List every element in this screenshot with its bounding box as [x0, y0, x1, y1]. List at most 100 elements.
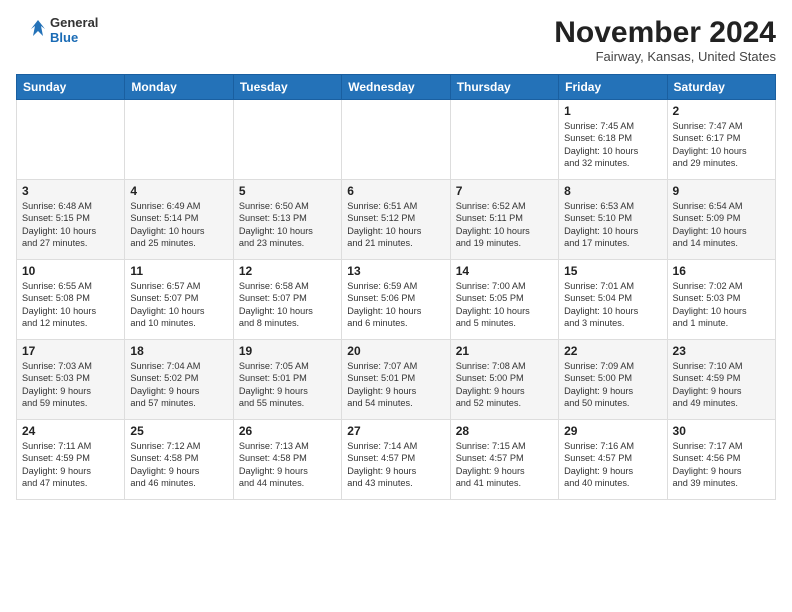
day-info: Sunrise: 6:54 AMSunset: 5:09 PMDaylight:… [673, 201, 747, 248]
col-friday: Friday [559, 75, 667, 100]
day-info: Sunrise: 7:01 AMSunset: 5:04 PMDaylight:… [564, 281, 638, 328]
day-info: Sunrise: 7:02 AMSunset: 5:03 PMDaylight:… [673, 281, 747, 328]
calendar-cell [17, 100, 125, 180]
calendar-cell: 1 Sunrise: 7:45 AMSunset: 6:18 PMDaylight… [559, 100, 667, 180]
day-info: Sunrise: 6:49 AMSunset: 5:14 PMDaylight:… [130, 201, 204, 248]
calendar-cell: 3 Sunrise: 6:48 AMSunset: 5:15 PMDaylight… [17, 180, 125, 260]
calendar-cell: 17 Sunrise: 7:03 AMSunset: 5:03 PMDayligh… [17, 340, 125, 420]
header: General Blue November 2024 Fairway, Kans… [16, 16, 776, 64]
calendar-cell: 20 Sunrise: 7:07 AMSunset: 5:01 PMDayligh… [342, 340, 450, 420]
calendar-cell: 16 Sunrise: 7:02 AMSunset: 5:03 PMDayligh… [667, 260, 775, 340]
calendar-cell: 4 Sunrise: 6:49 AMSunset: 5:14 PMDaylight… [125, 180, 233, 260]
calendar-cell: 11Sunrise: 6:57 AMSunset: 5:07 PMDayligh… [125, 260, 233, 340]
calendar-cell: 5 Sunrise: 6:50 AMSunset: 5:13 PMDaylight… [233, 180, 341, 260]
calendar-cell: 22Sunrise: 7:09 AMSunset: 5:00 PMDayligh… [559, 340, 667, 420]
day-number: 19 [239, 344, 336, 358]
calendar-cell: 23Sunrise: 7:10 AMSunset: 4:59 PMDayligh… [667, 340, 775, 420]
calendar-cell: 25 Sunrise: 7:12 AMSunset: 4:58 PMDayligh… [125, 420, 233, 500]
calendar-cell: 10 Sunrise: 6:55 AMSunset: 5:08 PMDayligh… [17, 260, 125, 340]
logo: General Blue [16, 16, 98, 46]
col-wednesday: Wednesday [342, 75, 450, 100]
calendar-table: Sunday Monday Tuesday Wednesday Thursday… [16, 74, 776, 500]
day-info: Sunrise: 7:11 AMSunset: 4:59 PMDaylight:… [22, 441, 91, 488]
day-number: 12 [239, 264, 336, 278]
day-info: Sunrise: 7:05 AMSunset: 5:01 PMDaylight:… [239, 361, 309, 408]
calendar-cell [233, 100, 341, 180]
day-number: 3 [22, 184, 119, 198]
day-info: Sunrise: 7:47 AMSunset: 6:17 PMDaylight:… [673, 121, 747, 168]
day-number: 17 [22, 344, 119, 358]
day-number: 26 [239, 424, 336, 438]
calendar-cell: 18 Sunrise: 7:04 AMSunset: 5:02 PMDayligh… [125, 340, 233, 420]
col-thursday: Thursday [450, 75, 558, 100]
calendar-cell: 29 Sunrise: 7:16 AMSunset: 4:57 PMDayligh… [559, 420, 667, 500]
day-number: 23 [673, 344, 770, 358]
day-number: 18 [130, 344, 227, 358]
day-number: 13 [347, 264, 444, 278]
calendar-cell: 26Sunrise: 7:13 AMSunset: 4:58 PMDayligh… [233, 420, 341, 500]
day-number: 25 [130, 424, 227, 438]
day-info: Sunrise: 7:07 AMSunset: 5:01 PMDaylight:… [347, 361, 417, 408]
day-number: 24 [22, 424, 119, 438]
logo-general: General [50, 16, 98, 31]
day-info: Sunrise: 6:59 AMSunset: 5:06 PMDaylight:… [347, 281, 421, 328]
day-number: 9 [673, 184, 770, 198]
day-info: Sunrise: 7:08 AMSunset: 5:00 PMDaylight:… [456, 361, 526, 408]
day-info: Sunrise: 7:04 AMSunset: 5:02 PMDaylight:… [130, 361, 200, 408]
day-info: Sunrise: 6:55 AMSunset: 5:08 PMDaylight:… [22, 281, 96, 328]
title-block: November 2024 Fairway, Kansas, United St… [554, 16, 776, 64]
day-number: 2 [673, 104, 770, 118]
day-info: Sunrise: 6:53 AMSunset: 5:10 PMDaylight:… [564, 201, 638, 248]
day-number: 28 [456, 424, 553, 438]
day-number: 30 [673, 424, 770, 438]
calendar-cell: 2 Sunrise: 7:47 AMSunset: 6:17 PMDaylight… [667, 100, 775, 180]
day-number: 10 [22, 264, 119, 278]
day-info: Sunrise: 6:58 AMSunset: 5:07 PMDaylight:… [239, 281, 313, 328]
calendar-cell: 27Sunrise: 7:14 AMSunset: 4:57 PMDayligh… [342, 420, 450, 500]
day-number: 20 [347, 344, 444, 358]
day-number: 6 [347, 184, 444, 198]
day-info: Sunrise: 7:16 AMSunset: 4:57 PMDaylight:… [564, 441, 634, 488]
col-saturday: Saturday [667, 75, 775, 100]
calendar-cell: 19 Sunrise: 7:05 AMSunset: 5:01 PMDayligh… [233, 340, 341, 420]
calendar-cell: 7 Sunrise: 6:52 AMSunset: 5:11 PMDaylight… [450, 180, 558, 260]
calendar-cell: 9 Sunrise: 6:54 AMSunset: 5:09 PMDaylight… [667, 180, 775, 260]
day-number: 21 [456, 344, 553, 358]
calendar-cell: 13 Sunrise: 6:59 AMSunset: 5:06 PMDayligh… [342, 260, 450, 340]
month-title: November 2024 [554, 16, 776, 49]
location: Fairway, Kansas, United States [554, 49, 776, 64]
day-number: 4 [130, 184, 227, 198]
day-info: Sunrise: 7:17 AMSunset: 4:56 PMDaylight:… [673, 441, 743, 488]
calendar-cell: 6 Sunrise: 6:51 AMSunset: 5:12 PMDaylight… [342, 180, 450, 260]
day-number: 29 [564, 424, 661, 438]
day-info: Sunrise: 6:48 AMSunset: 5:15 PMDaylight:… [22, 201, 96, 248]
calendar-cell: 12 Sunrise: 6:58 AMSunset: 5:07 PMDayligh… [233, 260, 341, 340]
day-info: Sunrise: 7:45 AMSunset: 6:18 PMDaylight:… [564, 121, 638, 168]
logo-bird-icon [16, 16, 46, 46]
day-info: Sunrise: 7:12 AMSunset: 4:58 PMDaylight:… [130, 441, 200, 488]
day-info: Sunrise: 6:50 AMSunset: 5:13 PMDaylight:… [239, 201, 313, 248]
day-number: 15 [564, 264, 661, 278]
col-monday: Monday [125, 75, 233, 100]
day-number: 7 [456, 184, 553, 198]
day-info: Sunrise: 6:57 AMSunset: 5:07 PMDaylight:… [130, 281, 204, 328]
col-sunday: Sunday [17, 75, 125, 100]
day-number: 5 [239, 184, 336, 198]
day-number: 27 [347, 424, 444, 438]
calendar-cell [450, 100, 558, 180]
page: General Blue November 2024 Fairway, Kans… [0, 0, 792, 510]
day-number: 16 [673, 264, 770, 278]
calendar-cell: 24 Sunrise: 7:11 AMSunset: 4:59 PMDayligh… [17, 420, 125, 500]
day-info: Sunrise: 6:52 AMSunset: 5:11 PMDaylight:… [456, 201, 530, 248]
calendar-cell: 21 Sunrise: 7:08 AMSunset: 5:00 PMDayligh… [450, 340, 558, 420]
logo-blue: Blue [50, 31, 98, 46]
day-info: Sunrise: 6:51 AMSunset: 5:12 PMDaylight:… [347, 201, 421, 248]
calendar-cell [342, 100, 450, 180]
calendar-cell: 30 Sunrise: 7:17 AMSunset: 4:56 PMDayligh… [667, 420, 775, 500]
day-info: Sunrise: 7:15 AMSunset: 4:57 PMDaylight:… [456, 441, 526, 488]
calendar-cell: 15 Sunrise: 7:01 AMSunset: 5:04 PMDayligh… [559, 260, 667, 340]
day-number: 8 [564, 184, 661, 198]
day-info: Sunrise: 7:09 AMSunset: 5:00 PMDaylight:… [564, 361, 634, 408]
day-number: 1 [564, 104, 661, 118]
day-info: Sunrise: 7:03 AMSunset: 5:03 PMDaylight:… [22, 361, 92, 408]
